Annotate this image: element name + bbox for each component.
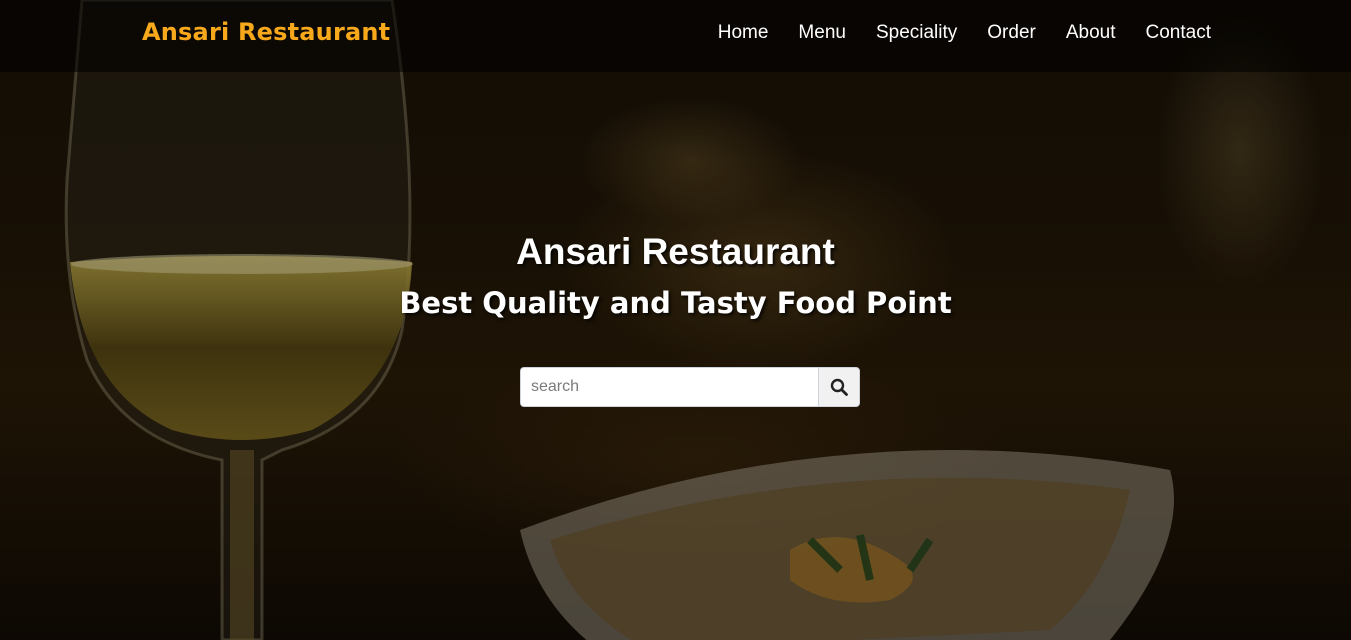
nav-link-contact[interactable]: Contact bbox=[1146, 22, 1211, 43]
hero-subtitle: Best Quality and Tasty Food Point bbox=[399, 286, 952, 320]
search-button[interactable] bbox=[818, 367, 860, 407]
nav-item-speciality: Speciality bbox=[876, 22, 957, 44]
navbar: Ansari Restaurant Home Menu Speciality O… bbox=[0, 0, 1351, 72]
nav-item-order: Order bbox=[987, 22, 1036, 44]
nav-item-menu: Menu bbox=[798, 22, 846, 44]
nav-link-speciality[interactable]: Speciality bbox=[876, 22, 957, 43]
hero-title: Ansari Restaurant bbox=[516, 231, 835, 272]
hero-section: Ansari Restaurant Home Menu Speciality O… bbox=[0, 0, 1351, 640]
nav-item-about: About bbox=[1066, 22, 1116, 44]
brand-logo-link[interactable]: Ansari Restaurant bbox=[142, 18, 390, 46]
search-input[interactable] bbox=[520, 367, 818, 407]
nav-link-menu[interactable]: Menu bbox=[798, 22, 846, 43]
nav-item-home: Home bbox=[718, 22, 769, 44]
search-icon bbox=[830, 378, 848, 396]
hero-content: Ansari Restaurant Best Quality and Tasty… bbox=[0, 228, 1351, 326]
nav-menu: Home Menu Speciality Order About Contact bbox=[688, 22, 1211, 44]
nav-link-about[interactable]: About bbox=[1066, 22, 1116, 43]
search-form bbox=[520, 367, 860, 407]
nav-link-home[interactable]: Home bbox=[718, 22, 769, 43]
nav-item-contact: Contact bbox=[1146, 22, 1211, 44]
nav-link-order[interactable]: Order bbox=[987, 22, 1036, 43]
